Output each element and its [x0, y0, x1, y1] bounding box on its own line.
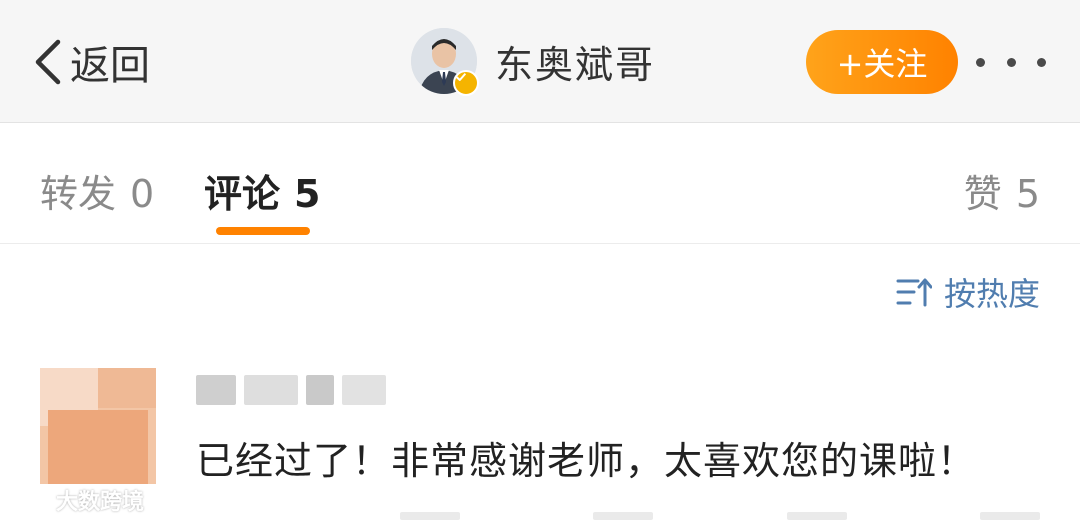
next-row-partial: [400, 512, 1040, 520]
more-icon[interactable]: [976, 50, 1046, 74]
more-dot: [1037, 57, 1046, 67]
watermark-text: 大数跨境: [56, 490, 145, 515]
user-info[interactable]: 东奥斌哥: [411, 28, 655, 96]
tab-repost-label: 转发: [40, 172, 117, 216]
comment-text: 已经过了！非常感谢老师，太喜欢您的课啦！: [196, 439, 977, 483]
username[interactable]: 东奥斌哥: [495, 34, 655, 89]
comment-author-name-blurred[interactable]: [196, 372, 394, 408]
top-nav-bar: 返回 东奥斌哥 +关注: [0, 0, 1080, 123]
active-tab-indicator: [216, 227, 310, 235]
sort-label: 按热度: [943, 275, 1040, 313]
tab-like[interactable]: 赞 5: [964, 163, 1040, 218]
more-dot: [1006, 57, 1016, 67]
tab-bar: 转发 0 评论 5 赞 5: [0, 123, 1080, 244]
more-dot: [976, 57, 985, 67]
chevron-left-icon: [35, 39, 61, 85]
tab-repost[interactable]: 转发 0: [40, 163, 154, 218]
watermark-logo-icon: [12, 489, 50, 512]
page: 返回 东奥斌哥 +关注 转发 0 评论 5 赞 5 按热度 已经过了！非常感谢老…: [0, 0, 1080, 520]
sort-icon: [896, 278, 932, 307]
back-button[interactable]: 返回: [30, 34, 150, 90]
back-label: 返回: [70, 43, 150, 89]
watermark: 大数跨境: [10, 484, 144, 516]
sort-button[interactable]: 按热度: [896, 272, 1040, 313]
tab-comment[interactable]: 评论 5: [204, 163, 320, 218]
tab-like-label: 赞: [963, 172, 1002, 216]
comment-avatar[interactable]: [40, 368, 156, 484]
tab-repost-count: 0: [130, 172, 155, 216]
avatar[interactable]: [411, 28, 479, 96]
verified-badge-icon: [453, 70, 479, 96]
follow-button[interactable]: +关注: [806, 30, 958, 94]
tab-comment-count: 5: [294, 172, 321, 216]
tab-like-count: 5: [1015, 172, 1040, 216]
tab-comment-label: 评论: [204, 172, 281, 216]
